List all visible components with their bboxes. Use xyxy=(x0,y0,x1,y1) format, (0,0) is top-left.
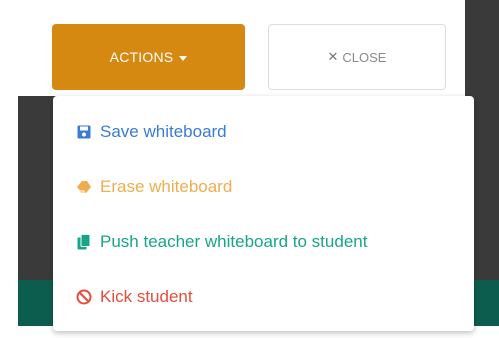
menu-item-label: Kick student xyxy=(100,286,193,306)
actions-dropdown-button[interactable]: ACTIONS xyxy=(52,24,245,90)
caret-down-icon xyxy=(179,55,188,61)
close-button[interactable]: ✕ CLOSE xyxy=(268,24,446,90)
menu-item-kick-student[interactable]: Kick student xyxy=(53,269,474,324)
menu-item-label: Push teacher whiteboard to student xyxy=(100,231,368,251)
background-left-panel xyxy=(18,96,58,280)
eraser-icon xyxy=(76,179,92,195)
close-icon: ✕ xyxy=(327,49,339,64)
copy-icon xyxy=(76,233,92,250)
actions-dropdown-menu: Save whiteboard Erase whiteboard Push te… xyxy=(53,96,474,331)
actions-button-label: ACTIONS xyxy=(109,49,174,65)
menu-item-label: Erase whiteboard xyxy=(100,176,233,196)
menu-item-push-whiteboard[interactable]: Push teacher whiteboard to student xyxy=(53,214,474,269)
save-icon xyxy=(76,124,92,140)
close-button-label: CLOSE xyxy=(342,49,387,65)
ban-icon xyxy=(76,289,92,305)
menu-item-label: Save whiteboard xyxy=(100,121,227,141)
menu-item-save-whiteboard[interactable]: Save whiteboard xyxy=(53,104,474,159)
menu-item-erase-whiteboard[interactable]: Erase whiteboard xyxy=(53,159,474,214)
